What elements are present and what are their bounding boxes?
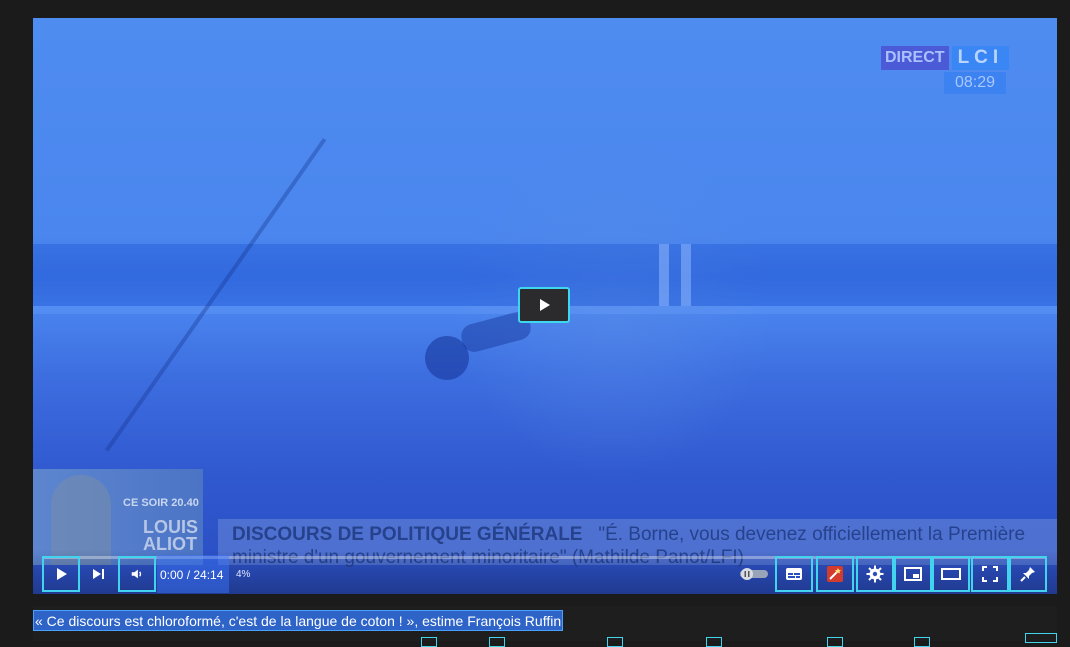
focus-marker: [827, 637, 843, 647]
pin-button[interactable]: [1009, 556, 1047, 592]
gear-icon: [866, 565, 884, 583]
video-title[interactable]: « Ce discours est chloroformé, c'est de …: [33, 610, 564, 631]
autoplay-toggle-icon: [740, 568, 768, 580]
play-icon: [57, 568, 67, 580]
subtitles-icon: [786, 568, 802, 580]
focus-marker: [914, 637, 930, 647]
fullscreen-button[interactable]: [971, 556, 1009, 592]
video-player[interactable]: DIRECT LCI 08:29 CE SOIR 20.40 LOUIS ALI…: [33, 18, 1057, 594]
time-display: 0:00 / 24:14: [160, 568, 223, 582]
next-button[interactable]: [83, 556, 113, 592]
focus-marker: [1025, 633, 1057, 643]
subtitles-button[interactable]: [775, 556, 813, 592]
channel-name: LCI: [951, 46, 1010, 70]
fullscreen-icon: [982, 566, 998, 582]
extension-icon: [827, 566, 843, 582]
promo-name: LOUIS ALIOT: [143, 517, 199, 554]
play-button[interactable]: [42, 556, 80, 592]
duration: 24:14: [193, 568, 224, 582]
autoplay-toggle[interactable]: [736, 556, 772, 592]
volume-icon: [131, 569, 142, 579]
channel-clock: 08:29: [944, 72, 1006, 94]
extension-button[interactable]: [816, 556, 854, 592]
focus-marker: [489, 637, 505, 647]
focus-marker: [607, 637, 623, 647]
focus-marker: [706, 637, 722, 647]
promo-label: CE SOIR 20.40: [123, 497, 199, 509]
theater-mode-button[interactable]: [932, 556, 970, 592]
video-frame-pillar: [659, 244, 669, 306]
live-badge: DIRECT: [881, 46, 949, 70]
buffered-percent: 4%: [236, 569, 251, 580]
miniplayer-icon: [904, 567, 922, 581]
current-time: 0:00: [160, 568, 184, 582]
lower-third-headline: DISCOURS DE POLITIQUE GÉNÉRALE: [232, 524, 583, 545]
volume-button[interactable]: [118, 556, 156, 592]
pin-icon: [1020, 567, 1035, 582]
settings-button[interactable]: [856, 556, 894, 592]
large-play-button[interactable]: [518, 287, 570, 323]
player-controls: 0:00 / 24:14 4%: [33, 550, 1057, 594]
channel-logo: DIRECT LCI: [881, 46, 1010, 70]
video-frame-pillar: [681, 244, 691, 306]
next-icon: [93, 569, 104, 579]
play-icon: [540, 299, 550, 311]
miniplayer-button[interactable]: [894, 556, 932, 592]
theater-icon: [941, 568, 961, 580]
focus-marker: [421, 637, 437, 647]
time-separator: /: [183, 568, 194, 582]
